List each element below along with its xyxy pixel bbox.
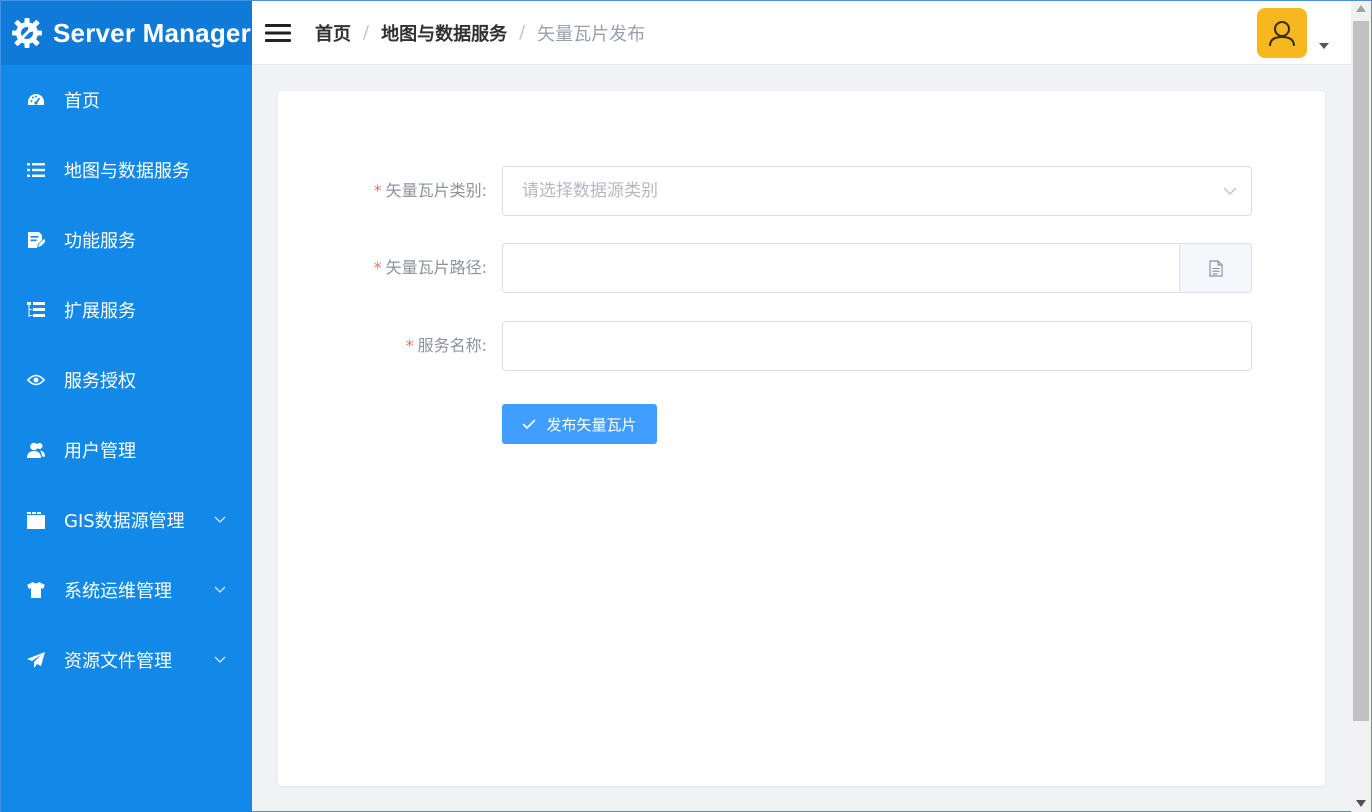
top-navbar: 首页 / 地图与数据服务 / 矢量瓦片发布 bbox=[252, 1, 1351, 65]
browse-file-button[interactable] bbox=[1179, 244, 1251, 292]
tile-path-label-text: 矢量瓦片路径: bbox=[385, 258, 487, 277]
breadcrumb: 首页 / 地图与数据服务 / 矢量瓦片发布 bbox=[315, 20, 645, 46]
sidebar-item-label: 扩展服务 bbox=[64, 301, 136, 322]
shirt-icon bbox=[25, 579, 47, 601]
page-scrollbar[interactable] bbox=[1351, 1, 1371, 812]
chevron-down-icon bbox=[214, 586, 226, 593]
tile-path-label: * 矢量瓦片路径: bbox=[374, 243, 487, 293]
scroll-up-arrow-icon[interactable] bbox=[1356, 5, 1366, 12]
breadcrumb-map-data-services[interactable]: 地图与数据服务 bbox=[381, 20, 507, 46]
sidebar-item-label: 首页 bbox=[64, 91, 100, 112]
form-row-tile-path: * 矢量瓦片路径: bbox=[278, 243, 1325, 293]
sidebar-item-map-data-services[interactable]: 地图与数据服务 bbox=[1, 135, 252, 205]
tile-type-placeholder: 请选择数据源类别 bbox=[522, 181, 658, 201]
sidebar-item-gis-datasource-management[interactable]: GIS数据源管理 bbox=[1, 485, 252, 555]
eye-icon bbox=[25, 369, 47, 391]
folder-icon bbox=[25, 509, 47, 531]
sidebar-item-label: 系统运维管理 bbox=[64, 581, 172, 602]
sidebar-item-label: 功能服务 bbox=[64, 231, 136, 252]
publish-form-card: * 矢量瓦片类别: 请选择数据源类别 * 矢量瓦片路径: * 服务名称: 发布矢… bbox=[278, 91, 1325, 786]
brand[interactable]: Server Manager bbox=[1, 1, 252, 65]
tree-list-icon bbox=[25, 299, 47, 321]
scrollbar-thumb[interactable] bbox=[1353, 21, 1369, 721]
service-name-label-text: 服务名称: bbox=[417, 336, 487, 355]
sidebar-item-label: GIS数据源管理 bbox=[64, 511, 185, 532]
service-name-input[interactable] bbox=[502, 321, 1252, 371]
users-icon bbox=[25, 439, 47, 461]
app-title: Server Manager bbox=[53, 17, 251, 48]
breadcrumb-separator: / bbox=[363, 22, 370, 43]
caret-down-icon[interactable] bbox=[1318, 42, 1330, 50]
sidebar-item-resource-file-management[interactable]: 资源文件管理 bbox=[1, 625, 252, 695]
tile-type-label: * 矢量瓦片类别: bbox=[374, 166, 487, 216]
scroll-down-arrow-icon[interactable] bbox=[1356, 800, 1366, 807]
check-icon bbox=[522, 419, 537, 430]
required-mark: * bbox=[405, 336, 414, 355]
sidebar-item-label: 地图与数据服务 bbox=[64, 161, 190, 182]
list-icon bbox=[25, 159, 47, 181]
sidebar-item-home[interactable]: 首页 bbox=[1, 65, 252, 135]
form-row-service-name: * 服务名称: bbox=[278, 321, 1325, 371]
sidebar-item-function-services[interactable]: 功能服务 bbox=[1, 205, 252, 275]
tile-type-select[interactable]: 请选择数据源类别 bbox=[502, 166, 1252, 216]
tile-type-label-text: 矢量瓦片类别: bbox=[385, 181, 487, 200]
sidebar-item-system-ops-management[interactable]: 系统运维管理 bbox=[1, 555, 252, 625]
breadcrumb-separator: / bbox=[519, 22, 526, 43]
tile-path-input[interactable] bbox=[502, 243, 1252, 293]
sidebar-item-label: 服务授权 bbox=[64, 371, 136, 392]
user-icon bbox=[1269, 21, 1295, 47]
sidebar-item-label: 资源文件管理 bbox=[64, 651, 172, 672]
document-edit-icon bbox=[25, 229, 47, 251]
hamburger-menu-icon[interactable] bbox=[265, 22, 291, 44]
sidebar-item-extension-services[interactable]: 扩展服务 bbox=[1, 275, 252, 345]
gear-wrench-logo-icon bbox=[12, 18, 42, 48]
chevron-down-icon bbox=[1223, 187, 1237, 195]
required-mark: * bbox=[373, 258, 382, 277]
document-icon bbox=[1208, 259, 1223, 277]
sidebar-menu: 首页 地图与数据服务 功能服务 扩展服务 服务授权 用户管理 GIS数据源管理 … bbox=[1, 65, 252, 695]
publish-vector-tile-button[interactable]: 发布矢量瓦片 bbox=[502, 404, 657, 444]
form-row-tile-type: * 矢量瓦片类别: 请选择数据源类别 bbox=[278, 166, 1325, 216]
dashboard-icon bbox=[25, 89, 47, 111]
sidebar: Server Manager 首页 地图与数据服务 功能服务 扩展服务 服务授权… bbox=[1, 1, 252, 812]
sidebar-item-user-management[interactable]: 用户管理 bbox=[1, 415, 252, 485]
service-name-label: * 服务名称: bbox=[406, 321, 487, 371]
breadcrumb-home[interactable]: 首页 bbox=[315, 20, 351, 46]
sidebar-item-label: 用户管理 bbox=[64, 441, 136, 462]
chevron-down-icon bbox=[214, 516, 226, 523]
avatar[interactable] bbox=[1257, 8, 1307, 58]
breadcrumb-current: 矢量瓦片发布 bbox=[537, 23, 646, 45]
required-mark: * bbox=[373, 181, 382, 200]
publish-button-label: 发布矢量瓦片 bbox=[546, 415, 637, 434]
chevron-down-icon bbox=[214, 656, 226, 663]
paper-plane-icon bbox=[25, 649, 47, 671]
sidebar-item-service-authorization[interactable]: 服务授权 bbox=[1, 345, 252, 415]
